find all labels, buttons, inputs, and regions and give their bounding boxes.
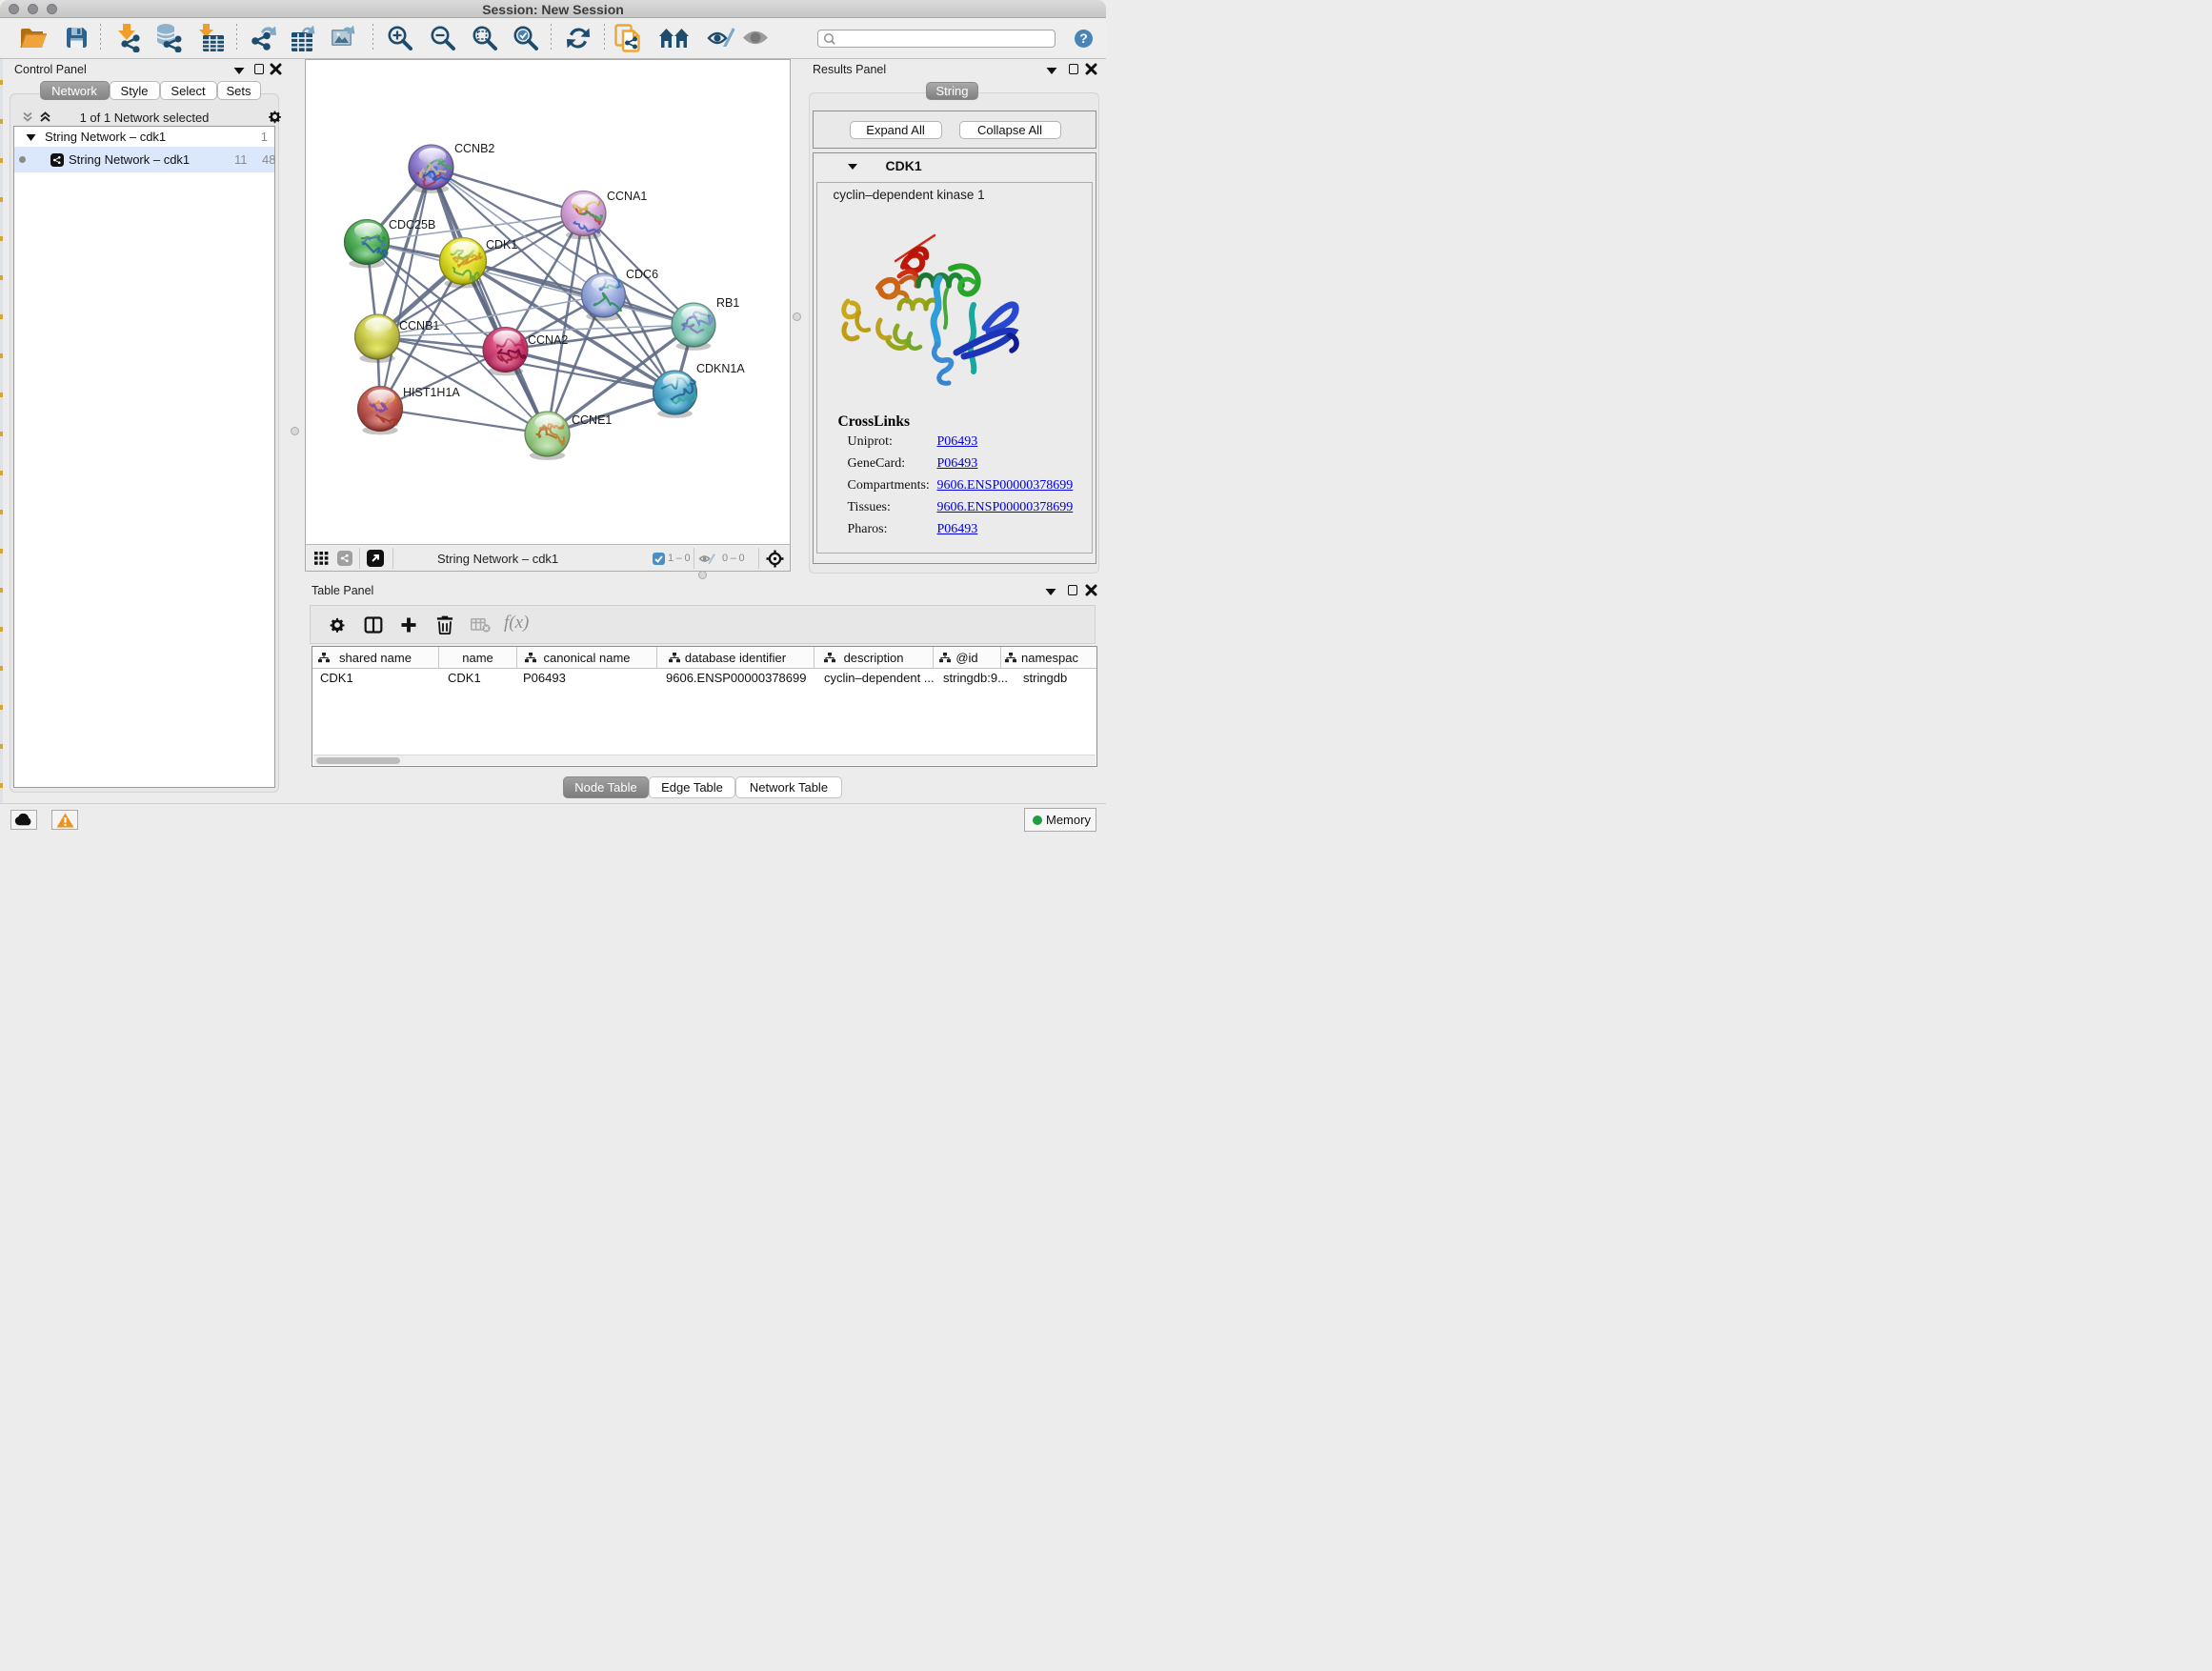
svg-text:CDC25B: CDC25B <box>389 218 435 232</box>
svg-text:CCNB2: CCNB2 <box>454 142 494 155</box>
svg-text:CCNE1: CCNE1 <box>572 413 612 427</box>
svg-text:CCNA2: CCNA2 <box>528 333 568 347</box>
svg-text:CDC6: CDC6 <box>626 268 658 281</box>
svg-text:CCNB1: CCNB1 <box>399 319 439 332</box>
svg-text:CDKN1A: CDKN1A <box>696 362 745 375</box>
svg-text:CCNA1: CCNA1 <box>607 190 647 203</box>
svg-text:HIST1H1A: HIST1H1A <box>403 386 460 399</box>
svg-text:CDK1: CDK1 <box>486 238 517 252</box>
svg-text:RB1: RB1 <box>716 296 739 310</box>
